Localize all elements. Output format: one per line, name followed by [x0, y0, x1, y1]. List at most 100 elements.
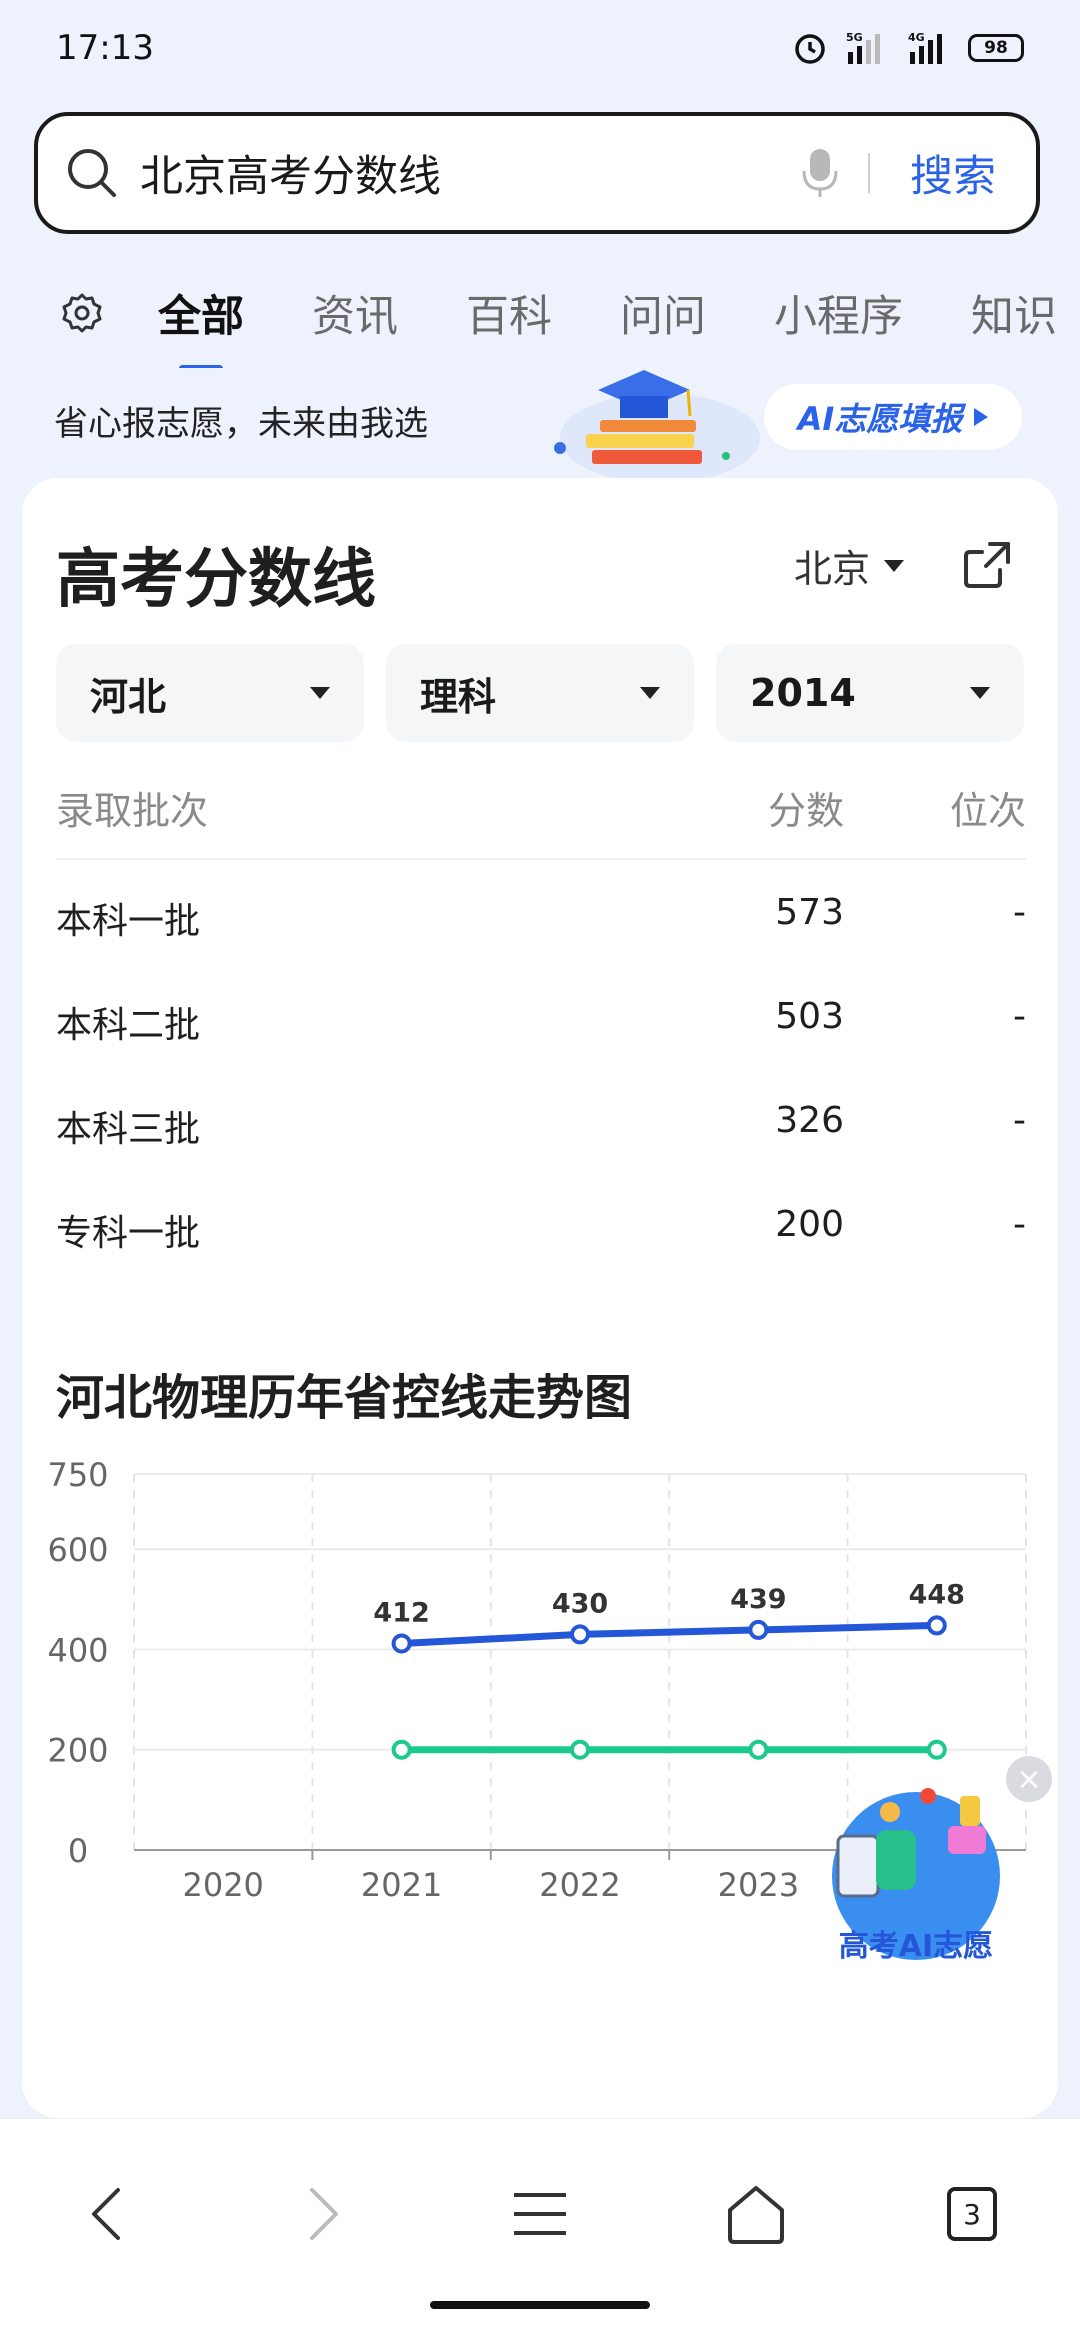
chart-title: 河北物理历年省控线走势图 — [56, 1370, 633, 1426]
ai-volunteer-float-badge[interactable]: 高考AI志愿 — [818, 1756, 1014, 1996]
tab-news[interactable]: 资讯 — [312, 282, 398, 344]
tab-baike[interactable]: 百科 — [466, 282, 552, 344]
header-rank: 位次 — [949, 789, 1026, 833]
graduation-books-illustration — [554, 370, 760, 478]
data-point — [391, 1633, 412, 1654]
table-row: 专科一批 200 - — [56, 1204, 1026, 1264]
region-label: 北京 — [794, 547, 871, 591]
row-rank: - — [1013, 996, 1026, 1037]
ai-volunteer-label: AI志愿填报 — [797, 400, 963, 438]
x-tick-label: 2022 — [539, 1866, 620, 1904]
row-score: 326 — [775, 1100, 844, 1141]
chevron-left-icon — [92, 2188, 120, 2240]
status-icons: 5G 4G 98 — [792, 30, 1024, 66]
promo-banner: 省心报志愿，未来由我选 AI志愿填报 — [0, 368, 1080, 478]
year-filter-label: 2014 — [750, 671, 856, 715]
data-label: 430 — [552, 1588, 608, 1619]
card-title: 高考分数线 — [56, 543, 376, 617]
tab-miniapp[interactable]: 小程序 — [774, 282, 903, 344]
row-batch: 本科三批 — [56, 1109, 201, 1150]
y-tick-label: 750 — [47, 1456, 108, 1494]
ai-volunteer-button[interactable]: AI志愿填报 — [764, 384, 1022, 450]
data-point — [391, 1739, 412, 1760]
table-row: 本科二批 503 - — [56, 996, 1026, 1056]
x-tick-label: 2023 — [718, 1866, 799, 1904]
forward-button[interactable] — [274, 2159, 374, 2269]
subject-filter[interactable]: 理科 — [386, 644, 694, 742]
row-batch: 专科一批 — [56, 1213, 201, 1254]
row-rank: - — [1013, 892, 1026, 933]
tab-all[interactable]: 全部 — [158, 282, 244, 344]
search-button[interactable]: 搜索 — [910, 142, 996, 204]
row-batch: 本科二批 — [56, 1005, 201, 1046]
status-time: 17:13 — [56, 28, 154, 68]
data-point — [748, 1619, 769, 1640]
row-rank: - — [1013, 1100, 1026, 1141]
promo-text: 省心报志愿，未来由我选 — [54, 404, 428, 444]
data-point — [748, 1739, 769, 1760]
signal-5g-icon: 5G — [846, 31, 880, 64]
table-header: 录取批次 分数 位次 — [56, 780, 1026, 860]
header-score: 分数 — [767, 789, 844, 833]
y-tick-label: 400 — [47, 1631, 108, 1669]
filter-row: 河北 理科 2014 — [56, 644, 1024, 742]
data-label: 439 — [730, 1584, 786, 1615]
province-filter[interactable]: 河北 — [56, 644, 364, 742]
header-batch: 录取批次 — [56, 789, 209, 833]
tab-wenwen[interactable]: 问问 — [620, 282, 706, 344]
chevron-down-icon — [640, 687, 660, 699]
microphone-icon[interactable] — [800, 145, 840, 201]
net2-text: 4G — [908, 31, 925, 44]
data-label: 412 — [373, 1597, 429, 1628]
data-point — [570, 1739, 590, 1760]
y-tick-label: 200 — [47, 1732, 108, 1770]
play-arrow-icon — [974, 408, 989, 426]
row-rank: - — [1013, 1204, 1026, 1245]
y-tick-label: 600 — [47, 1531, 108, 1569]
home-icon — [728, 2186, 784, 2244]
battery-icon: 98 — [968, 34, 1024, 62]
search-icon — [68, 149, 116, 197]
table-row: 本科一批 573 - — [56, 892, 1026, 952]
back-button[interactable] — [56, 2159, 156, 2269]
row-score: 573 — [775, 892, 844, 933]
x-tick-label: 2021 — [361, 1866, 442, 1904]
menu-button[interactable] — [490, 2159, 590, 2269]
row-score: 200 — [775, 1204, 844, 1245]
share-icon[interactable] — [960, 538, 1014, 592]
search-bar[interactable]: 北京高考分数线 搜索 — [34, 112, 1040, 234]
province-filter-label: 河北 — [90, 674, 167, 719]
subject-filter-label: 理科 — [420, 674, 497, 719]
tabs-button[interactable]: 3 — [922, 2159, 1022, 2269]
row-batch: 本科一批 — [56, 901, 201, 942]
table-row: 本科三批 326 - — [56, 1100, 1026, 1160]
settings-icon[interactable] — [60, 291, 104, 335]
chevron-down-icon — [884, 559, 905, 572]
chevron-down-icon — [310, 687, 330, 699]
category-tabs: 全部 资讯 百科 问问 小程序 知识 — [0, 258, 1080, 368]
net1-text: 5G — [846, 31, 863, 44]
bottom-nav: 3 — [0, 2118, 1080, 2340]
row-score: 503 — [775, 996, 844, 1037]
data-point — [926, 1615, 947, 1636]
region-selector[interactable]: 北京 — [794, 538, 905, 593]
y-tick-label: 0 — [68, 1832, 88, 1870]
search-divider — [868, 153, 870, 193]
chevron-down-icon — [970, 687, 990, 699]
home-indicator — [430, 2301, 650, 2309]
data-label: 448 — [909, 1579, 965, 1610]
menu-icon — [514, 2193, 566, 2235]
search-input[interactable]: 北京高考分数线 — [140, 142, 800, 204]
data-point — [570, 1624, 590, 1645]
home-button[interactable] — [706, 2159, 806, 2269]
chevron-right-icon — [310, 2188, 338, 2240]
status-bar: 17:13 5G 4G 98 — [0, 0, 1080, 96]
tab-count-icon: 3 — [947, 2187, 997, 2241]
float-badge-label: 高考AI志愿 — [839, 1929, 993, 1964]
close-icon[interactable]: × — [1006, 1756, 1052, 1802]
signal-4g-icon: 4G — [908, 31, 942, 64]
x-tick-label: 2020 — [182, 1866, 263, 1904]
year-filter[interactable]: 2014 — [716, 644, 1024, 742]
tab-knowledge[interactable]: 知识 — [971, 282, 1057, 344]
alarm-icon — [795, 34, 825, 64]
